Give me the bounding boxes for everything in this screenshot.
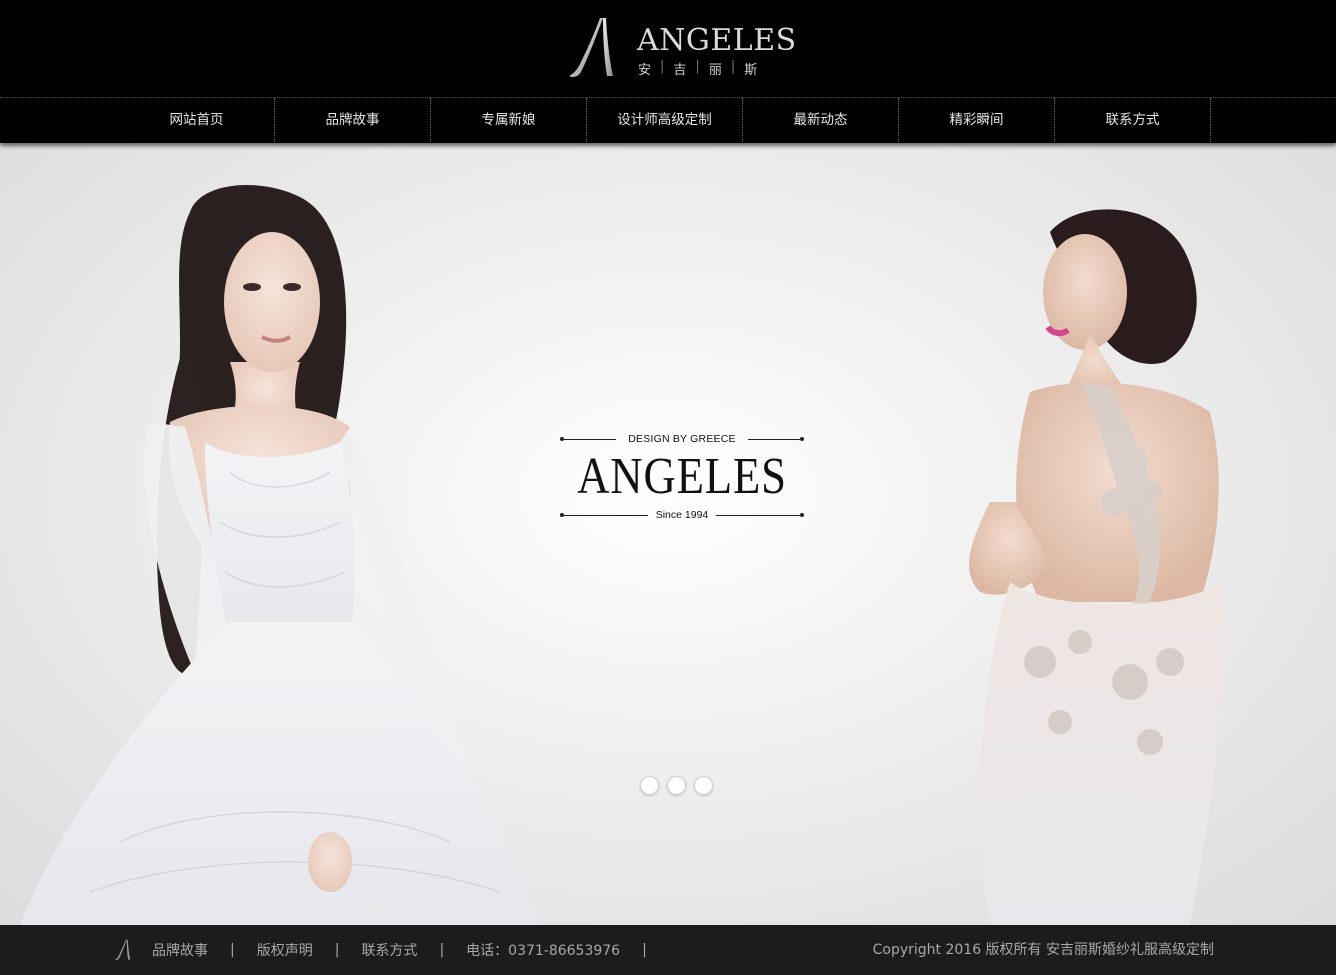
main-nav: 网站首页 品牌故事 专属新娘 设计师高级定制 最新动态 精彩瞬间 联系方式 <box>0 97 1336 143</box>
nav-item-exclusive-bride[interactable]: 专属新娘 <box>431 98 587 142</box>
bride-left-image <box>20 185 540 925</box>
logo-sub-char: 斯 <box>744 63 760 78</box>
footer-separator: | <box>439 942 445 958</box>
nav-item-news[interactable]: 最新动态 <box>743 98 899 142</box>
footer-link-brand-story[interactable]: 品牌故事 <box>152 940 208 960</box>
site-header: ANGELES 安 | 吉 | 丽 | 斯 <box>0 0 1336 97</box>
logo-subtitle: 安 | 吉 | 丽 | 斯 <box>638 59 759 78</box>
nav-item-home[interactable]: 网站首页 <box>119 98 275 142</box>
footer-link-copyright-notice[interactable]: 版权声明 <box>257 940 313 960</box>
bride-right-image <box>969 209 1224 925</box>
logo-sub-char: 吉 <box>673 63 689 78</box>
logo-sub-char: 安 <box>638 63 654 78</box>
logo-mark-icon <box>569 18 613 77</box>
slider-dot-2[interactable] <box>668 777 685 794</box>
hero-banner[interactable]: DESIGN BY GREECE ANGELES Since 1994 <box>0 142 1336 925</box>
site-footer: 品牌故事 | 版权声明 | 联系方式 | 电话：0371-86653976 | … <box>0 925 1336 975</box>
badge-title: ANGELES <box>577 448 787 505</box>
logo-sub-separator: | <box>730 59 738 74</box>
footer-separator: | <box>642 942 647 958</box>
slider-dot-3[interactable] <box>695 777 712 794</box>
logo-sub-separator: | <box>695 59 702 74</box>
badge-tagline: DESIGN BY GREECE <box>628 433 736 445</box>
footer-separator: | <box>230 942 235 958</box>
footer-copyright: Copyright 2016 版权所有 安吉丽斯婚纱礼服高级定制 <box>872 942 1214 958</box>
footer-link-contact[interactable]: 联系方式 <box>361 940 417 960</box>
nav-item-brand-story[interactable]: 品牌故事 <box>275 98 431 142</box>
logo-wordmark: ANGELES <box>637 23 797 58</box>
logo-sub-char: 丽 <box>708 63 724 78</box>
site-logo[interactable]: ANGELES 安 | 吉 | 丽 | 斯 <box>567 16 796 80</box>
footer-separator: | <box>334 942 340 958</box>
nav-items: 网站首页 品牌故事 专属新娘 设计师高级定制 最新动态 精彩瞬间 联系方式 <box>119 98 1211 143</box>
logo-sub-separator: | <box>660 59 667 74</box>
badge-since: Since 1994 <box>655 509 709 521</box>
footer-links: 品牌故事 | 版权声明 | 联系方式 | 电话：0371-86653976 | <box>152 925 669 975</box>
footer-phone: 电话：0371-86653976 <box>466 943 621 959</box>
nav-item-designer-custom[interactable]: 设计师高级定制 <box>587 98 743 142</box>
slider-pagination <box>641 777 712 794</box>
footer-logo-icon <box>115 939 131 960</box>
slider-dot-1[interactable] <box>641 777 658 794</box>
nav-item-moments[interactable]: 精彩瞬间 <box>899 98 1055 142</box>
nav-item-contact[interactable]: 联系方式 <box>1055 98 1211 142</box>
brand-badge: DESIGN BY GREECE ANGELES Since 1994 <box>560 430 804 522</box>
